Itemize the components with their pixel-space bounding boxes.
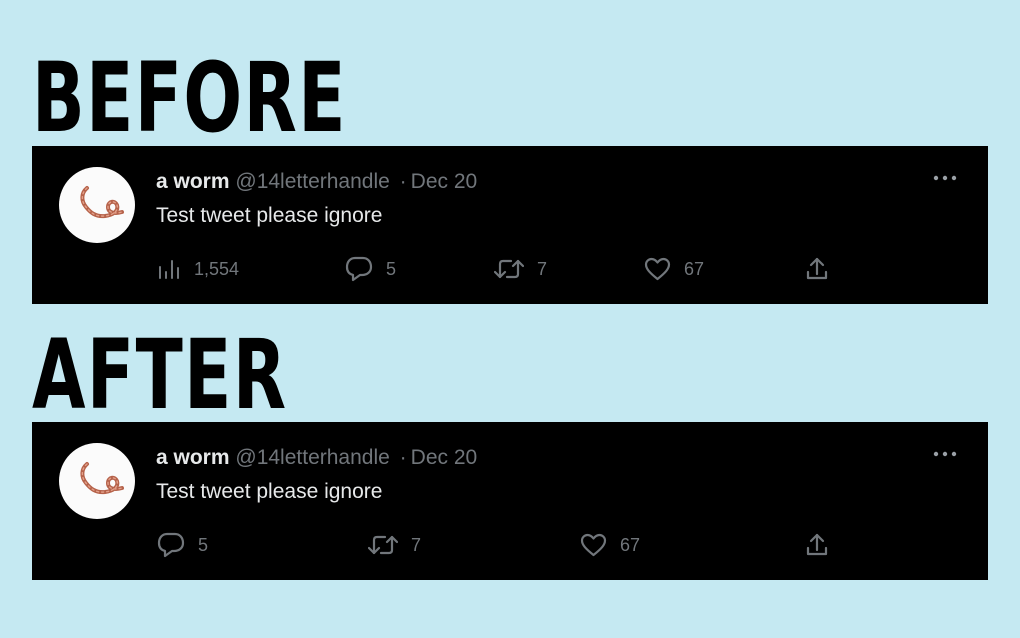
- tweet-card-before[interactable]: a worm @14letterhandle · Dec 20 Test twee…: [32, 146, 988, 304]
- meta-separator: ·: [399, 446, 407, 469]
- tweet-date[interactable]: Dec 20: [411, 446, 478, 469]
- retweet-button[interactable]: 7: [368, 530, 421, 560]
- avatar[interactable]: [59, 443, 135, 519]
- meta-separator: ·: [399, 170, 407, 193]
- views-count: 1,554: [194, 258, 240, 279]
- avatar[interactable]: [59, 167, 135, 243]
- like-count: 67: [684, 258, 705, 279]
- reply-count: 5: [198, 534, 209, 555]
- share-icon: [806, 257, 828, 280]
- tweet-meta: a worm @14letterhandle · Dec 20: [156, 446, 477, 470]
- reply-count: 5: [386, 258, 397, 279]
- reply-button[interactable]: 5: [157, 530, 208, 560]
- like-count: 67: [620, 534, 641, 555]
- retweet-icon: [368, 535, 398, 555]
- reply-bubble-icon: [157, 532, 185, 558]
- worm-icon: [80, 186, 124, 219]
- retweet-count: 7: [411, 534, 422, 555]
- tweet-text: Test tweet please ignore: [156, 480, 383, 503]
- like-button[interactable]: 67: [644, 254, 704, 284]
- author-handle[interactable]: @14letterhandle: [235, 170, 389, 193]
- share-icon: [806, 533, 828, 556]
- retweet-icon: [494, 259, 524, 279]
- author-name[interactable]: a worm: [156, 170, 230, 193]
- reply-button[interactable]: 5: [345, 254, 396, 284]
- tweet-date[interactable]: Dec 20: [411, 170, 478, 193]
- retweet-count: 7: [537, 258, 548, 279]
- share-button[interactable]: [805, 254, 842, 284]
- like-button[interactable]: 67: [580, 530, 640, 560]
- share-button[interactable]: [805, 530, 842, 560]
- retweet-button[interactable]: 7: [494, 254, 547, 284]
- tweet-card-after[interactable]: a worm @14letterhandle · Dec 20 Test twee…: [32, 422, 988, 580]
- tweet-meta: a worm @14letterhandle · Dec 20: [156, 170, 477, 194]
- heart-icon: [580, 533, 607, 557]
- author-handle[interactable]: @14letterhandle: [235, 446, 389, 469]
- author-name[interactable]: a worm: [156, 446, 230, 469]
- tweet-text: Test tweet please ignore: [156, 204, 383, 227]
- heart-icon: [644, 257, 671, 281]
- worm-icon: [80, 462, 124, 495]
- more-options-icon[interactable]: [932, 168, 958, 188]
- before-heading: BEFORE: [32, 42, 347, 154]
- bar-chart-icon: [159, 260, 179, 279]
- after-heading: AFTER: [32, 319, 288, 431]
- reply-bubble-icon: [345, 256, 373, 282]
- views-button[interactable]: 1,554: [157, 254, 239, 284]
- more-options-icon[interactable]: [932, 444, 958, 464]
